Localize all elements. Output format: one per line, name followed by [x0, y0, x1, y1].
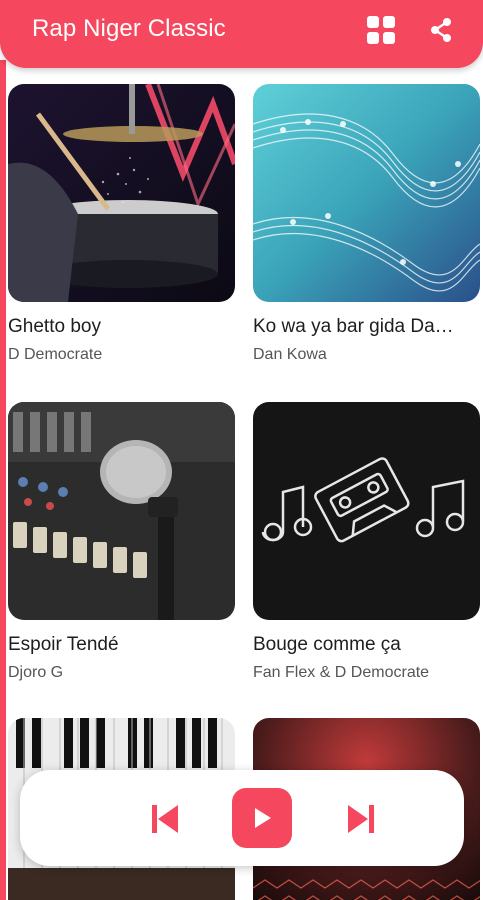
play-icon	[255, 808, 271, 828]
grid-view-icon	[367, 16, 395, 44]
share-icon	[431, 18, 451, 42]
song-title: Ghetto boy	[8, 316, 101, 337]
accent-edge	[0, 60, 6, 900]
app-title: Rap Niger Classic	[32, 15, 226, 42]
previous-button[interactable]	[148, 802, 182, 836]
grid-view-button[interactable]	[363, 12, 399, 48]
song-thumbnail	[253, 402, 480, 620]
share-button[interactable]	[423, 12, 459, 48]
song-title: Bouge comme ça	[253, 634, 401, 655]
song-title: Ko wa ya bar gida Da…	[253, 316, 454, 337]
app-bar: Rap Niger Classic	[0, 0, 483, 68]
next-button[interactable]	[344, 802, 378, 836]
song-artist: Dan Kowa	[253, 346, 327, 363]
play-button[interactable]	[232, 788, 292, 848]
song-thumbnail	[253, 84, 480, 302]
song-thumbnail	[8, 402, 235, 620]
mini-player	[20, 770, 464, 866]
song-artist: Fan Flex & D Democrate	[253, 664, 430, 681]
skip-next-icon	[348, 805, 374, 833]
song-artist: Djoro G	[8, 664, 64, 681]
skip-previous-icon	[152, 805, 178, 833]
song-thumbnail	[8, 84, 235, 302]
song-title: Espoir Tendé	[8, 634, 119, 655]
song-artist: D Democrate	[8, 346, 103, 363]
